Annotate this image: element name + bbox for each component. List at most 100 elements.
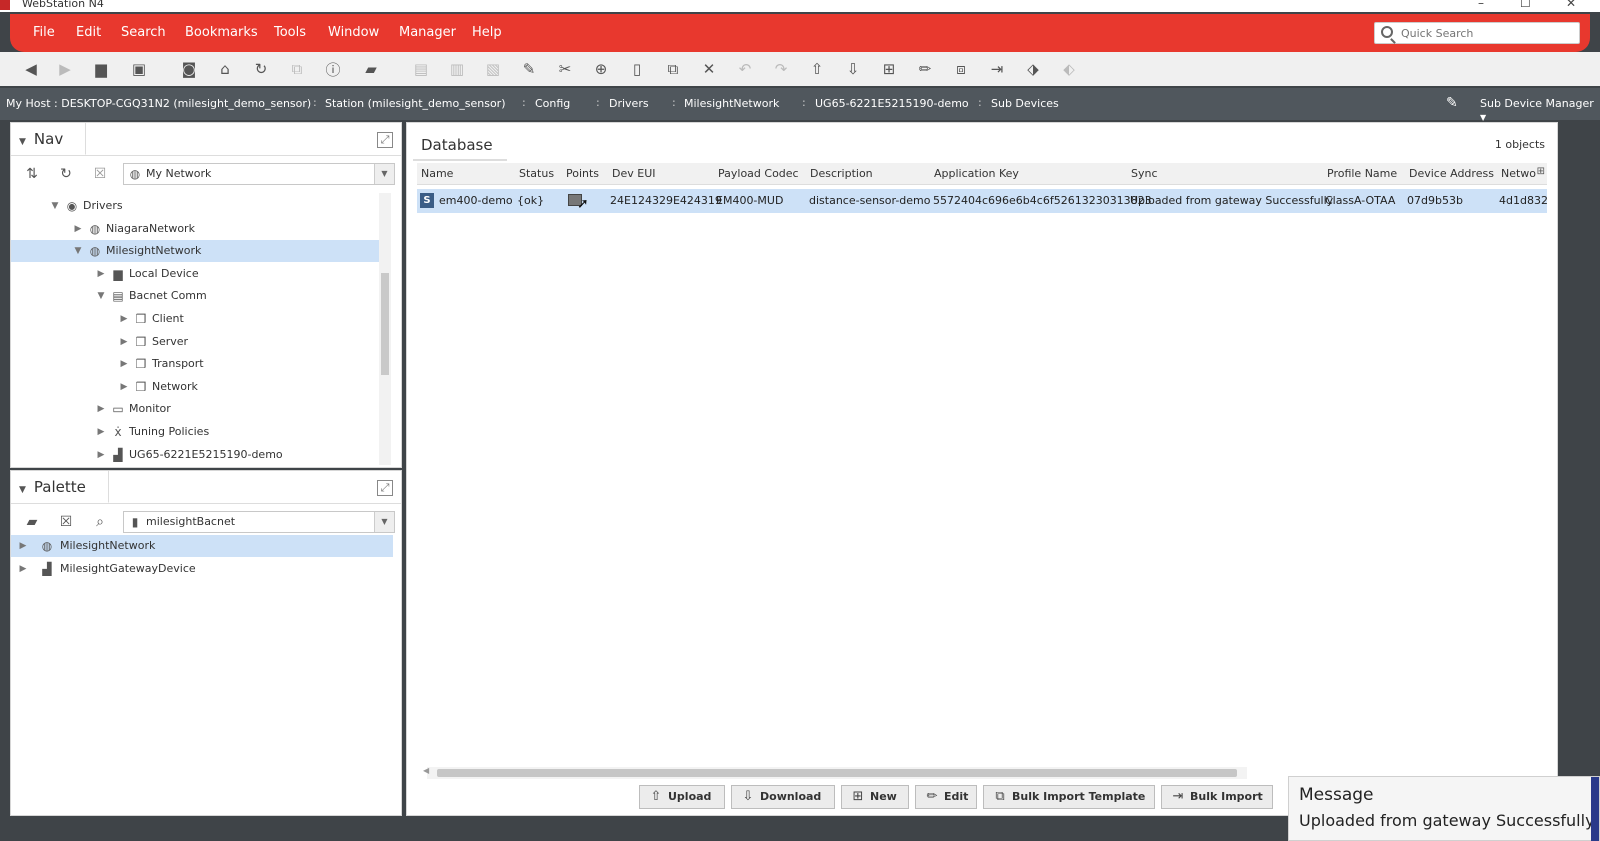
cut-icon[interactable]: ✂	[554, 59, 576, 79]
quick-search-input[interactable]	[1401, 25, 1571, 41]
hyperlink-icon[interactable]: ⧉	[286, 59, 308, 79]
close-icon[interactable]: ☒	[89, 163, 111, 185]
menu-manager[interactable]: Manager	[399, 25, 456, 40]
table-row[interactable]: S em400-demo {ok} ➚ 24E124329E424319 EM4…	[417, 189, 1548, 213]
nav-tree-item[interactable]: ▶ ẋ Tuning Policies	[11, 421, 379, 443]
upload-icon[interactable]: ⇧	[806, 59, 828, 79]
new-button[interactable]: ⊞ New	[841, 785, 909, 809]
crumb-drivers[interactable]: Drivers	[609, 97, 649, 110]
menu-bookmarks[interactable]: Bookmarks	[185, 25, 258, 40]
back-icon[interactable]: ◀	[20, 59, 42, 79]
maximize-window-icon[interactable]: ☐	[1520, 0, 1531, 10]
col-status[interactable]: Status	[519, 167, 554, 180]
palette-item[interactable]: ▶ ▟ MilesightGatewayDevice	[11, 558, 393, 580]
crumb-station[interactable]: Station (milesight_demo_sensor)	[325, 97, 506, 110]
menu-help[interactable]: Help	[472, 25, 502, 40]
open-folder-icon[interactable]: ▰	[21, 511, 43, 533]
expand-toggle-icon[interactable]: ▶	[118, 308, 130, 330]
chevron-down-icon[interactable]: ▼	[374, 512, 394, 532]
col-description[interactable]: Description	[810, 167, 873, 180]
menu-file[interactable]: File	[33, 25, 55, 40]
info-icon[interactable]: ⓘ	[322, 59, 344, 79]
expand-toggle-icon[interactable]: ▶	[17, 535, 29, 557]
nav-tree-item[interactable]: ▼ ◍ MilesightNetwork	[11, 240, 379, 263]
col-points[interactable]: Points	[566, 167, 599, 180]
col-sync[interactable]: Sync	[1131, 167, 1158, 180]
collapse-toggle-icon[interactable]: ▼	[49, 195, 61, 217]
collapse-icon[interactable]: ▼	[19, 126, 26, 158]
tag-icon[interactable]: ⬗	[1022, 59, 1044, 79]
redo-icon[interactable]: ↷	[770, 59, 792, 79]
close-icon[interactable]: ☒	[55, 511, 77, 533]
palette-item[interactable]: ▶ ◍ MilesightNetwork	[11, 535, 393, 557]
database-tab[interactable]: Database	[413, 129, 507, 161]
home-icon[interactable]: ⌂	[214, 59, 236, 79]
menu-tools[interactable]: Tools	[274, 25, 306, 40]
nav-tree-item[interactable]: ▶ ❒ Network	[11, 376, 379, 398]
paste-icon[interactable]: ▯	[626, 59, 648, 79]
side-bar-icon[interactable]: ▣	[128, 59, 150, 79]
col-dev-eui[interactable]: Dev EUI	[612, 167, 656, 180]
download-icon[interactable]: ⇩	[842, 59, 864, 79]
delete-icon[interactable]: ✕	[698, 59, 720, 79]
copy-icon[interactable]: ⊕	[590, 59, 612, 79]
undo-icon[interactable]: ↶	[734, 59, 756, 79]
minimize-icon[interactable]: –	[1478, 0, 1484, 10]
col-device-address[interactable]: Device Address	[1409, 167, 1494, 180]
col-profile-name[interactable]: Profile Name	[1327, 167, 1397, 180]
upload-button[interactable]: ⇧ Upload	[639, 785, 725, 809]
expand-toggle-icon[interactable]: ▶	[95, 398, 107, 420]
up-level-icon[interactable]: ▆	[90, 59, 112, 79]
nav-tree-item[interactable]: ▶ ▆ Local Device	[11, 263, 379, 285]
pencil-icon[interactable]: ✎	[1446, 95, 1462, 111]
crumb-host[interactable]: My Host : DESKTOP-CGQ31N2 (milesight_dem…	[6, 97, 311, 110]
palette-tab[interactable]: ▼ Palette	[11, 471, 109, 503]
expand-toggle-icon[interactable]: ▶	[95, 444, 107, 465]
quick-search-box[interactable]	[1374, 22, 1580, 44]
new-doc-icon[interactable]: ✎	[518, 59, 540, 79]
window-icon[interactable]: ◙	[178, 59, 200, 79]
expand-toggle-icon[interactable]: ▶	[95, 263, 107, 285]
col-name[interactable]: Name	[421, 167, 453, 180]
nav-tree-item[interactable]: ▶ ◍ NiagaraNetwork	[11, 218, 379, 240]
col-application-key[interactable]: Application Key	[934, 167, 1019, 180]
download-button[interactable]: ⇩ Download	[731, 785, 835, 809]
maximize-icon[interactable]: ⤢	[377, 132, 393, 148]
expand-toggle-icon[interactable]: ▶	[118, 331, 130, 353]
nav-tree-item[interactable]: ▼ ◉ Drivers	[11, 195, 379, 217]
nav-tree-item[interactable]: ▶ ▟ UG65-6221E5215190-demo	[11, 444, 379, 465]
expand-toggle-icon[interactable]: ▶	[72, 218, 84, 240]
message-toast[interactable]: Message Uploaded from gateway Successful…	[1288, 776, 1600, 841]
nav-root-select[interactable]: ◍ My Network ▼	[123, 163, 395, 185]
save-all-icon[interactable]: ▥	[446, 59, 468, 79]
bulk-import-template-button[interactable]: ⧉ Bulk Import Template	[983, 785, 1155, 809]
col-payload-codec[interactable]: Payload Codec	[718, 167, 799, 180]
nav-tree-item[interactable]: ▶ ❒ Transport	[11, 353, 379, 375]
crumb-gateway[interactable]: UG65-6221E5215190-demo	[815, 97, 969, 110]
col-network[interactable]: Netwo	[1501, 167, 1536, 180]
view-selector[interactable]: Sub Device Manager ▼	[1480, 97, 1600, 123]
nav-tree-item[interactable]: ▶ ❒ Server	[11, 331, 379, 353]
link-icon[interactable]: ⧈	[950, 59, 972, 79]
collapse-toggle-icon[interactable]: ▼	[95, 285, 107, 307]
menu-search[interactable]: Search	[121, 25, 166, 40]
import-icon[interactable]: ⊞	[878, 59, 900, 79]
bulk-import-button[interactable]: ⇥ Bulk Import	[1161, 785, 1273, 809]
edit-icon[interactable]: ✏	[914, 59, 936, 79]
expand-toggle-icon[interactable]: ▶	[95, 421, 107, 443]
refresh-icon[interactable]: ↻	[55, 163, 77, 185]
collapse-icon[interactable]: ▼	[19, 474, 26, 506]
expand-toggle-icon[interactable]: ▶	[118, 353, 130, 375]
duplicate-icon[interactable]: ⧉	[662, 59, 684, 79]
expand-toggle-icon[interactable]: ▶	[118, 376, 130, 398]
expand-toggle-icon[interactable]: ▶	[17, 558, 29, 580]
nav-tree-item[interactable]: ▼ ▤ Bacnet Comm	[11, 285, 379, 307]
nav-scrollbar[interactable]	[379, 193, 391, 465]
scroll-left-icon[interactable]: ◀	[423, 766, 429, 775]
export-file-icon[interactable]: ▧	[482, 59, 504, 79]
export-icon[interactable]: ⇥	[986, 59, 1008, 79]
crumb-milesight-network[interactable]: MilesightNetwork	[684, 97, 779, 110]
table-hscrollbar[interactable]: ◀	[423, 766, 1247, 779]
find-icon[interactable]: ⌕	[89, 511, 111, 533]
refresh-icon[interactable]: ↻	[250, 59, 272, 79]
